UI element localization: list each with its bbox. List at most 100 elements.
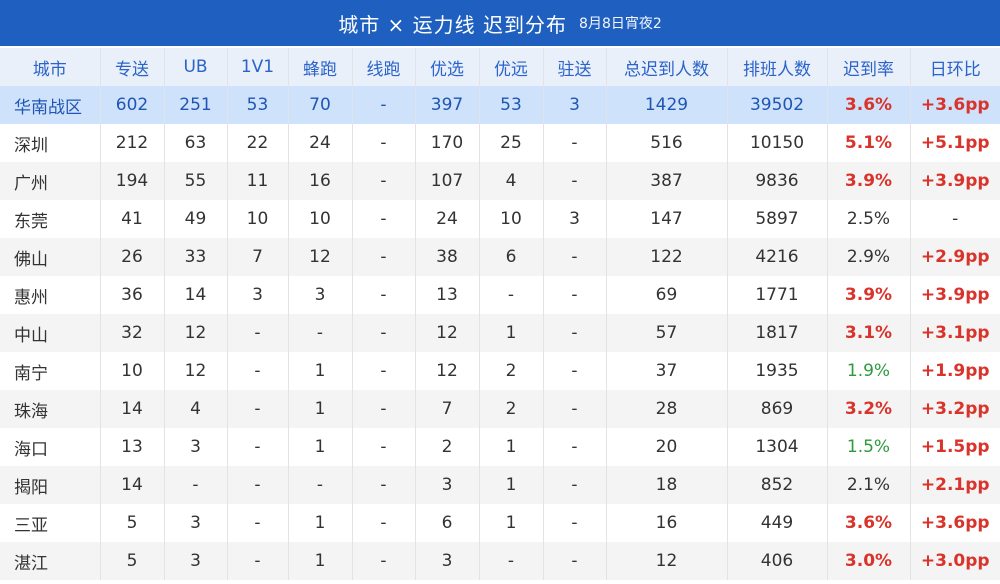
table-cell: - bbox=[352, 352, 416, 390]
table-cell: 3.0% bbox=[827, 542, 911, 580]
table-row-summary: 华南战区 602 251 53 70-397 53 3 1429 39502 3.6% +3.6pp bbox=[0, 86, 1000, 124]
table-cell: - bbox=[543, 428, 607, 466]
column-header[interactable]: 蜂跑 bbox=[288, 48, 353, 86]
table-cell: 69 bbox=[606, 276, 728, 314]
column-header[interactable]: 驻送 bbox=[543, 48, 607, 86]
table-cell: 147 bbox=[606, 200, 728, 238]
city-cell: 南宁 bbox=[0, 352, 101, 390]
city-cell: 中山 bbox=[0, 314, 101, 352]
table-cell: 36 bbox=[100, 276, 165, 314]
table-cell: 14 bbox=[100, 466, 165, 504]
table-row: 海口 13 3-1-2 1-20 1304 1.5% +1.5pp bbox=[0, 428, 1000, 466]
column-header[interactable]: 专送 bbox=[100, 48, 165, 86]
column-header[interactable]: 优远 bbox=[479, 48, 544, 86]
table-cell: 24 bbox=[288, 124, 353, 162]
table-cell: 170 bbox=[415, 124, 480, 162]
column-header[interactable]: 日环比 bbox=[910, 48, 1000, 86]
table-cell: 10 bbox=[479, 200, 544, 238]
table-cell: 1771 bbox=[727, 276, 828, 314]
table-cell: 3.6% bbox=[827, 86, 911, 124]
column-header[interactable]: 总迟到人数 bbox=[606, 48, 728, 86]
table-cell: 1 bbox=[479, 314, 544, 352]
table-cell: 11 bbox=[227, 162, 289, 200]
table-row: 三亚 5 3-1-6 1-16 449 3.6% +3.6pp bbox=[0, 504, 1000, 542]
city-cell: 珠海 bbox=[0, 390, 101, 428]
page-subtitle: 8月8日宵夜2 bbox=[579, 16, 662, 32]
table-cell: - bbox=[352, 466, 416, 504]
table-cell: - bbox=[227, 542, 289, 580]
table-cell: - bbox=[288, 314, 353, 352]
table-cell: - bbox=[288, 466, 353, 504]
table-cell: 3 bbox=[164, 504, 228, 542]
city-cell: 广州 bbox=[0, 162, 101, 200]
table-cell: 16 bbox=[606, 504, 728, 542]
table-cell: 4216 bbox=[727, 238, 828, 276]
column-header[interactable]: 线跑 bbox=[352, 48, 416, 86]
table-cell: 70 bbox=[288, 86, 353, 124]
table-cell: 12 bbox=[415, 314, 480, 352]
column-header[interactable]: 迟到率 bbox=[827, 48, 911, 86]
table-cell: +5.1pp bbox=[920, 133, 990, 153]
table-cell: 25 bbox=[479, 124, 544, 162]
table-cell: 22 bbox=[227, 124, 289, 162]
table-cell: 14 bbox=[100, 390, 165, 428]
column-header[interactable]: 城市 bbox=[0, 48, 101, 86]
table-cell: 3 bbox=[227, 276, 289, 314]
table-cell: - bbox=[479, 542, 544, 580]
table-cell: - bbox=[479, 276, 544, 314]
table-cell: - bbox=[227, 504, 289, 542]
table-cell: - bbox=[352, 276, 416, 314]
table-cell: 1304 bbox=[727, 428, 828, 466]
table-cell: - bbox=[543, 504, 607, 542]
table-cell: - bbox=[164, 466, 228, 504]
table-cell: +3.9pp bbox=[920, 285, 990, 305]
table-cell: 387 bbox=[606, 162, 728, 200]
table-row: 南宁 10 12-1-12 2-37 1935 1.9% +1.9pp bbox=[0, 352, 1000, 390]
table-cell: 5 bbox=[100, 504, 165, 542]
table-cell: 122 bbox=[606, 238, 728, 276]
city-cell: 惠州 bbox=[0, 276, 101, 314]
table-cell: +3.9pp bbox=[910, 162, 1000, 200]
column-header[interactable]: 排班人数 bbox=[727, 48, 828, 86]
table-cell: 38 bbox=[415, 238, 480, 276]
table-cell: - bbox=[352, 124, 416, 162]
table-cell: 3 bbox=[164, 428, 228, 466]
table-cell: - bbox=[543, 542, 607, 580]
table-cell: 12 bbox=[164, 314, 228, 352]
table-cell: +2.1pp bbox=[910, 466, 1000, 504]
table-row: 广州 194 55 11 16-107 4-387 9836 3.9% +3.9pp bbox=[0, 162, 1000, 200]
table-row: 中山 32 12- - -12 1-57 1817 3.1% +3.1pp bbox=[0, 314, 1000, 352]
city-cell: 深圳 bbox=[0, 124, 101, 162]
table-cell: +1.5pp bbox=[920, 437, 990, 457]
table-cell: 10 bbox=[227, 200, 289, 238]
column-header[interactable]: 优选 bbox=[415, 48, 480, 86]
table-cell: 9836 bbox=[727, 162, 828, 200]
table-cell: 14 bbox=[164, 276, 228, 314]
title-bar: 城市 × 运力线 迟到分布 8月8日宵夜2 bbox=[0, 0, 1000, 48]
table-cell: 18 bbox=[606, 466, 728, 504]
table-cell: 49 bbox=[164, 200, 228, 238]
table-cell: 3 bbox=[415, 542, 480, 580]
table-cell: 2.9% bbox=[827, 238, 911, 276]
table-cell: 12 bbox=[415, 352, 480, 390]
table-cell: 13 bbox=[415, 276, 480, 314]
table-cell: - bbox=[543, 238, 607, 276]
table-cell: - bbox=[352, 390, 416, 428]
table-cell: 5897 bbox=[727, 200, 828, 238]
table-cell: - bbox=[227, 466, 289, 504]
column-header[interactable]: 1V1 bbox=[227, 48, 289, 86]
table-cell: 2.1% bbox=[827, 466, 911, 504]
table-cell: - bbox=[543, 314, 607, 352]
city-cell: 湛江 bbox=[0, 542, 101, 580]
table-header-row: 城市 专送 UB 1V1 蜂跑 线跑 优选 优远 驻送 总迟到人数 排班人数 迟到率 日环比 bbox=[0, 48, 1000, 86]
table-cell: +3.2pp bbox=[910, 390, 1000, 428]
column-header[interactable]: UB bbox=[164, 48, 228, 86]
table-cell: 194 bbox=[100, 162, 165, 200]
table-cell: 1817 bbox=[727, 314, 828, 352]
table-cell: 1 bbox=[288, 504, 353, 542]
table-cell: 39502 bbox=[727, 86, 828, 124]
table-row: 东莞 41 49 10 10-24 10 3 147 5897 2.5% - bbox=[0, 200, 1000, 238]
table-cell: - bbox=[352, 428, 416, 466]
table-cell: - bbox=[352, 86, 416, 124]
table-cell: - bbox=[543, 276, 607, 314]
